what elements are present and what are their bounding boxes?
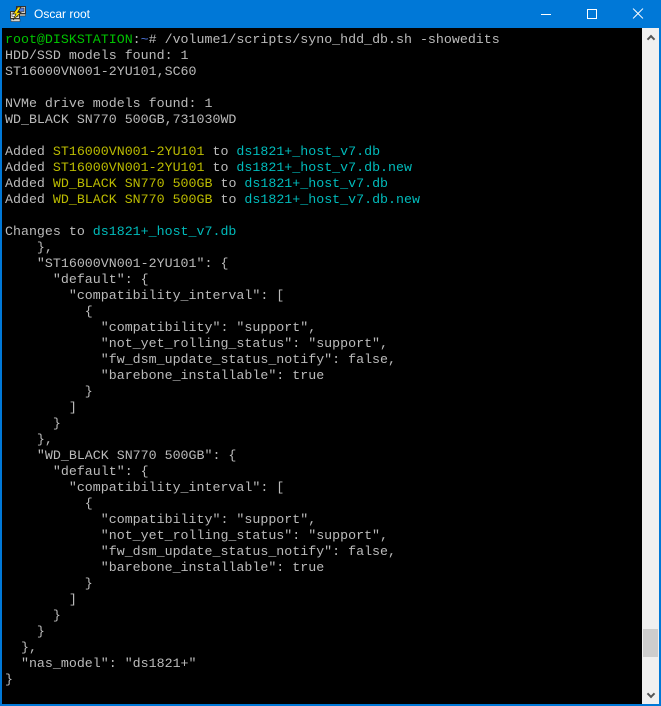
terminal-line: Added ST16000VN001-2YU101 to ds1821+_hos… (5, 160, 642, 176)
putty-icon[interactable] (9, 6, 27, 22)
caption-buttons (523, 0, 661, 28)
close-icon (632, 8, 644, 20)
maximize-icon (587, 9, 597, 19)
terminal-line: } (5, 576, 642, 592)
titlebar[interactable]: Oscar root (0, 0, 661, 28)
minimize-button[interactable] (523, 0, 569, 28)
terminal-line: Added ST16000VN001-2YU101 to ds1821+_hos… (5, 144, 642, 160)
terminal-line: NVMe drive models found: 1 (5, 96, 642, 112)
chevron-up-icon (646, 34, 654, 42)
maximize-button[interactable] (569, 0, 615, 28)
minimize-icon (541, 14, 551, 15)
terminal-line: "barebone_installable": true (5, 368, 642, 384)
scrollbar[interactable] (642, 28, 659, 704)
terminal-line: "fw_dsm_update_status_notify": false, (5, 352, 642, 368)
terminal-line: } (5, 624, 642, 640)
terminal-line: "nas_model": "ds1821+" (5, 656, 642, 672)
terminal-line: Changes to ds1821+_host_v7.db (5, 224, 642, 240)
scroll-up-button[interactable] (642, 28, 659, 45)
terminal-line: WD_BLACK SN770 500GB,731030WD (5, 112, 642, 128)
scroll-down-button[interactable] (642, 687, 659, 704)
terminal-line: "ST16000VN001-2YU101": { (5, 256, 642, 272)
window-title: Oscar root (34, 0, 523, 28)
terminal-line (5, 80, 642, 96)
terminal-line: HDD/SSD models found: 1 (5, 48, 642, 64)
terminal-line: ] (5, 400, 642, 416)
terminal-line (5, 128, 642, 144)
terminal-line: } (5, 672, 642, 688)
terminal-screen[interactable]: root@DISKSTATION:~# /volume1/scripts/syn… (2, 28, 642, 704)
terminal-line: { (5, 304, 642, 320)
terminal-line: "compatibility_interval": [ (5, 288, 642, 304)
terminal-line: }, (5, 640, 642, 656)
terminal-line: "WD_BLACK SN770 500GB": { (5, 448, 642, 464)
terminal-line: } (5, 416, 642, 432)
terminal-line: { (5, 496, 642, 512)
terminal-line: "compatibility": "support", (5, 512, 642, 528)
terminal-line: }, (5, 240, 642, 256)
terminal-line: "fw_dsm_update_status_notify": false, (5, 544, 642, 560)
close-button[interactable] (615, 0, 661, 28)
chevron-down-icon (646, 689, 654, 697)
terminal-line: root@DISKSTATION:~# /volume1/scripts/syn… (5, 32, 642, 48)
terminal-line: }, (5, 432, 642, 448)
terminal-line: "not_yet_rolling_status": "support", (5, 528, 642, 544)
scrollbar-thumb[interactable] (643, 629, 658, 657)
terminal-line: } (5, 384, 642, 400)
putty-window: Oscar root root@DISKSTATION:~# /volume1/… (0, 0, 661, 706)
terminal-line: "compatibility_interval": [ (5, 480, 642, 496)
terminal-line: "default": { (5, 464, 642, 480)
terminal-line: Added WD_BLACK SN770 500GB to ds1821+_ho… (5, 192, 642, 208)
terminal-line: "barebone_installable": true (5, 560, 642, 576)
terminal-line: ST16000VN001-2YU101,SC60 (5, 64, 642, 80)
terminal-line: "not_yet_rolling_status": "support", (5, 336, 642, 352)
terminal-line: } (5, 608, 642, 624)
window-content: root@DISKSTATION:~# /volume1/scripts/syn… (2, 28, 659, 704)
terminal-line: "compatibility": "support", (5, 320, 642, 336)
terminal-line: ] (5, 592, 642, 608)
terminal-line (5, 208, 642, 224)
terminal-line: Added WD_BLACK SN770 500GB to ds1821+_ho… (5, 176, 642, 192)
terminal-line: "default": { (5, 272, 642, 288)
